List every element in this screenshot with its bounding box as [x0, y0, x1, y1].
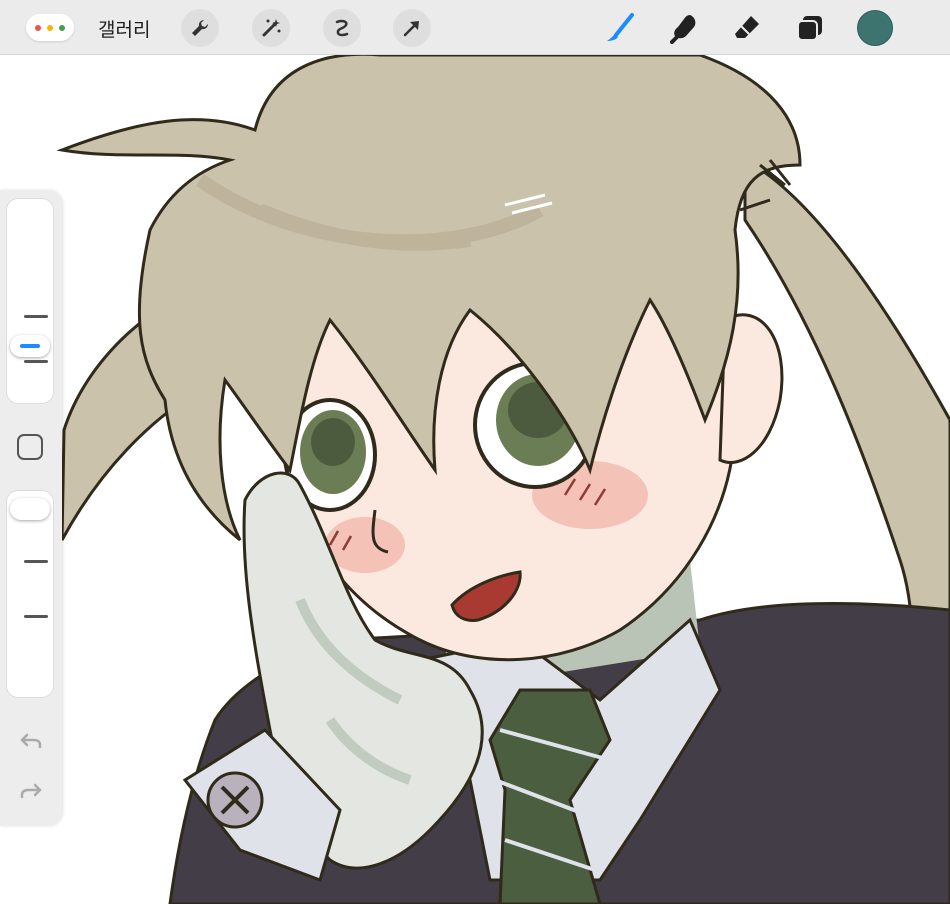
sidebar — [0, 190, 62, 826]
brush-size-slider[interactable] — [6, 198, 54, 404]
eraser-tool-button[interactable] — [729, 10, 765, 46]
yellow-dot-icon — [47, 25, 53, 31]
color-picker-button[interactable] — [857, 10, 893, 46]
eraser-icon — [735, 16, 759, 38]
undo-arrow-icon — [20, 733, 42, 749]
opacity-tick — [24, 560, 48, 563]
undo-button[interactable] — [16, 726, 46, 756]
actions-button[interactable] — [181, 9, 219, 47]
adjustments-button[interactable] — [252, 9, 290, 47]
transform-button[interactable] — [393, 9, 431, 47]
opacity-slider[interactable] — [6, 490, 54, 698]
brush-tool-button[interactable] — [603, 10, 639, 46]
smudge-tool-button[interactable] — [666, 10, 702, 46]
transform-arrow-icon — [403, 21, 419, 37]
artwork-illustration — [0, 0, 950, 904]
opacity-thumb[interactable] — [10, 498, 50, 520]
magic-wand-icon — [262, 19, 281, 37]
window-menu-button[interactable] — [26, 14, 74, 41]
brush-size-thumb[interactable] — [10, 335, 50, 357]
selection-button[interactable] — [323, 9, 361, 47]
size-tick — [24, 315, 48, 318]
size-tick — [24, 360, 48, 363]
layers-icon — [797, 16, 822, 41]
green-dot-icon — [59, 25, 65, 31]
wrench-icon — [192, 19, 209, 36]
brush-icon — [607, 13, 634, 41]
top-toolbar: 갤러리 — [0, 0, 950, 55]
selection-icon — [335, 19, 349, 37]
gallery-button[interactable]: 갤러리 — [98, 15, 150, 42]
modifier-button[interactable] — [17, 434, 43, 460]
redo-button[interactable] — [16, 776, 46, 806]
opacity-tick — [24, 615, 48, 618]
red-dot-icon — [35, 25, 41, 31]
layers-button[interactable] — [792, 10, 828, 46]
drawing-canvas[interactable] — [0, 0, 950, 904]
slider-indicator — [20, 344, 40, 348]
smudge-icon — [670, 15, 696, 44]
redo-arrow-icon — [20, 783, 42, 799]
